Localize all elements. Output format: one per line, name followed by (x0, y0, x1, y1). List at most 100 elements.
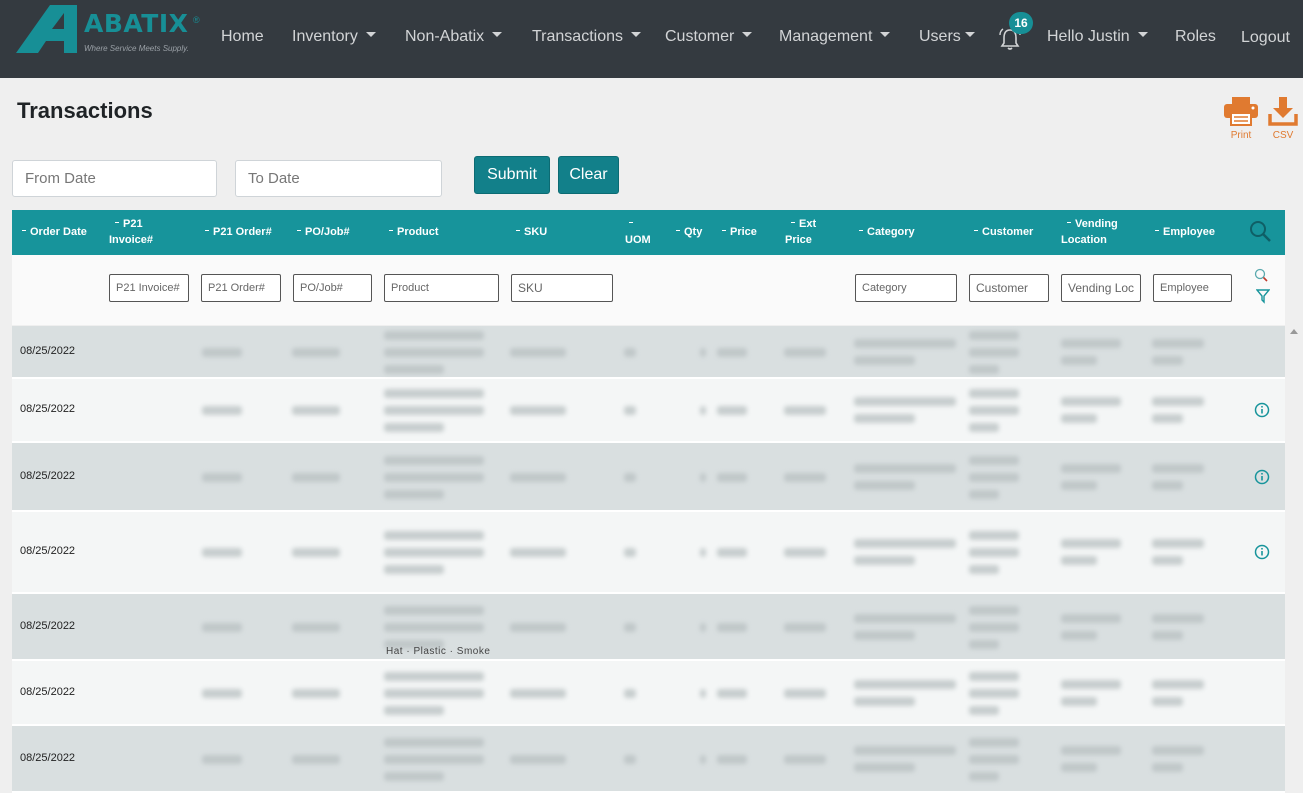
submit-button[interactable]: Submit (474, 156, 550, 194)
search-icon[interactable] (1248, 219, 1272, 243)
nav-inventory[interactable]: Inventory (292, 28, 376, 46)
filter-funnel-icon[interactable] (1256, 288, 1270, 304)
column-header-label: SKU (524, 226, 548, 238)
nav-customer[interactable]: Customer (665, 28, 753, 46)
from-date-input[interactable] (12, 160, 217, 197)
nav-roles[interactable]: Roles (1175, 28, 1216, 46)
redacted-cell-text (384, 365, 444, 374)
csv-export-button[interactable]: CSV (1266, 96, 1300, 141)
order-date-cell: 08/25/2022 (20, 752, 76, 764)
redacted-cell-text (202, 689, 242, 698)
redacted-cell-text (384, 423, 444, 432)
sort-icon (297, 229, 301, 231)
filter-vending-location-input[interactable] (1061, 274, 1141, 302)
redacted-cell-text (700, 473, 706, 482)
table-row[interactable]: 08/25/2022 (12, 443, 1285, 512)
redacted-cell-text (969, 706, 999, 715)
column-header-vending-location[interactable]: Vending Location (1061, 216, 1131, 248)
redacted-cell-text (1152, 414, 1183, 423)
redacted-cell-text (854, 746, 956, 755)
sort-icon (676, 229, 680, 231)
nav-home[interactable]: Home (221, 28, 264, 46)
column-header-customer[interactable]: Customer (974, 224, 1033, 240)
filter-category-input[interactable] (855, 274, 957, 302)
table-row[interactable]: 08/25/2022 (12, 661, 1285, 726)
column-header-label: Customer (982, 226, 1034, 238)
redacted-cell-text (1152, 339, 1204, 348)
redacted-cell-text (624, 548, 636, 557)
filter-po-job-input[interactable] (293, 274, 372, 302)
table-row[interactable]: 08/25/2022 (12, 726, 1285, 793)
redacted-cell-text (202, 473, 242, 482)
nav-non-abatix-label: Non-Abatix (405, 28, 485, 45)
nav-users[interactable]: Users (919, 28, 975, 46)
column-header-sku[interactable]: SKU (516, 224, 547, 240)
nav-non-abatix[interactable]: Non-Abatix (405, 28, 503, 46)
redacted-cell-text (854, 556, 915, 565)
redacted-cell-text (384, 406, 484, 415)
redacted-cell-text (202, 548, 242, 557)
redacted-cell-text (1061, 631, 1097, 640)
info-icon[interactable] (1254, 544, 1270, 560)
logo-registered-mark: ® (193, 15, 200, 25)
redacted-cell-text (510, 623, 566, 632)
page-title: Transactions (17, 98, 153, 123)
logo-tagline: Where Service Meets Supply. (84, 44, 189, 53)
clear-button[interactable]: Clear (558, 156, 619, 194)
redacted-cell-text (969, 755, 1019, 764)
filter-search-icon[interactable] (1254, 268, 1270, 284)
filter-customer-input[interactable] (969, 274, 1049, 302)
redacted-cell-text (292, 689, 340, 698)
sort-icon (791, 221, 795, 223)
column-header-p21-invoice[interactable]: P21 Invoice# (109, 216, 179, 248)
table-row[interactable]: 08/25/2022 (12, 379, 1285, 443)
nav-transactions[interactable]: Transactions (532, 28, 641, 46)
column-header-employee[interactable]: Employee (1155, 224, 1215, 240)
redacted-cell-text (700, 406, 706, 415)
order-date-cell: 08/25/2022 (20, 620, 76, 632)
redacted-cell-text (969, 473, 1019, 482)
column-header-order-date[interactable]: Order Date (22, 224, 87, 240)
column-header-product[interactable]: Product (389, 224, 439, 240)
filter-p21-order-input[interactable] (201, 274, 281, 302)
table-row[interactable]: 08/25/2022 (12, 594, 1285, 661)
column-header-uom[interactable]: UOM (625, 216, 655, 248)
redacted-cell-text (717, 623, 747, 632)
column-header-label: Category (867, 226, 915, 238)
filter-employee-input[interactable] (1153, 274, 1232, 302)
info-icon[interactable] (1254, 402, 1270, 418)
to-date-input[interactable] (235, 160, 442, 197)
table-row[interactable]: 08/25/2022 (12, 326, 1285, 379)
redacted-cell-text (384, 623, 484, 632)
column-header-category[interactable]: Category (859, 224, 915, 240)
filter-product-input[interactable] (384, 274, 499, 302)
redacted-cell-text (700, 623, 706, 632)
redacted-cell-text (202, 406, 242, 415)
scroll-up-arrow[interactable] (1290, 329, 1298, 334)
redacted-cell-text (1061, 746, 1121, 755)
order-date-cell: 08/25/2022 (20, 345, 76, 357)
nav-management[interactable]: Management (779, 28, 891, 46)
redacted-cell-text (854, 339, 956, 348)
nav-logout[interactable]: Logout (1241, 29, 1290, 47)
nav-user-menu[interactable]: Hello Justin (1047, 28, 1148, 46)
redacted-cell-text (854, 397, 956, 406)
column-header-ext-price[interactable]: Ext Price (785, 216, 825, 248)
filter-sku-input[interactable] (511, 274, 613, 302)
column-header-qty[interactable]: Qty (676, 224, 702, 240)
abatix-logo[interactable]: ABATIX ® Where Service Meets Supply. (16, 5, 206, 57)
redacted-cell-text (854, 464, 956, 473)
filter-p21-invoice-input[interactable] (109, 274, 189, 302)
print-button[interactable]: Print (1222, 96, 1260, 141)
info-icon[interactable] (1254, 469, 1270, 485)
redacted-cell-text (717, 755, 747, 764)
nav-user-menu-label: Hello Justin (1047, 28, 1130, 45)
column-header-p21-order[interactable]: P21 Order# (205, 224, 272, 240)
table-row[interactable]: 08/25/2022 (12, 512, 1285, 594)
sort-icon (516, 229, 520, 231)
column-header-po-job[interactable]: PO/Job# (297, 224, 350, 240)
redacted-cell-text (854, 631, 915, 640)
redacted-cell-text (1152, 539, 1204, 548)
notification-count-badge[interactable]: 16 (1009, 12, 1033, 34)
column-header-price[interactable]: Price (722, 224, 757, 240)
